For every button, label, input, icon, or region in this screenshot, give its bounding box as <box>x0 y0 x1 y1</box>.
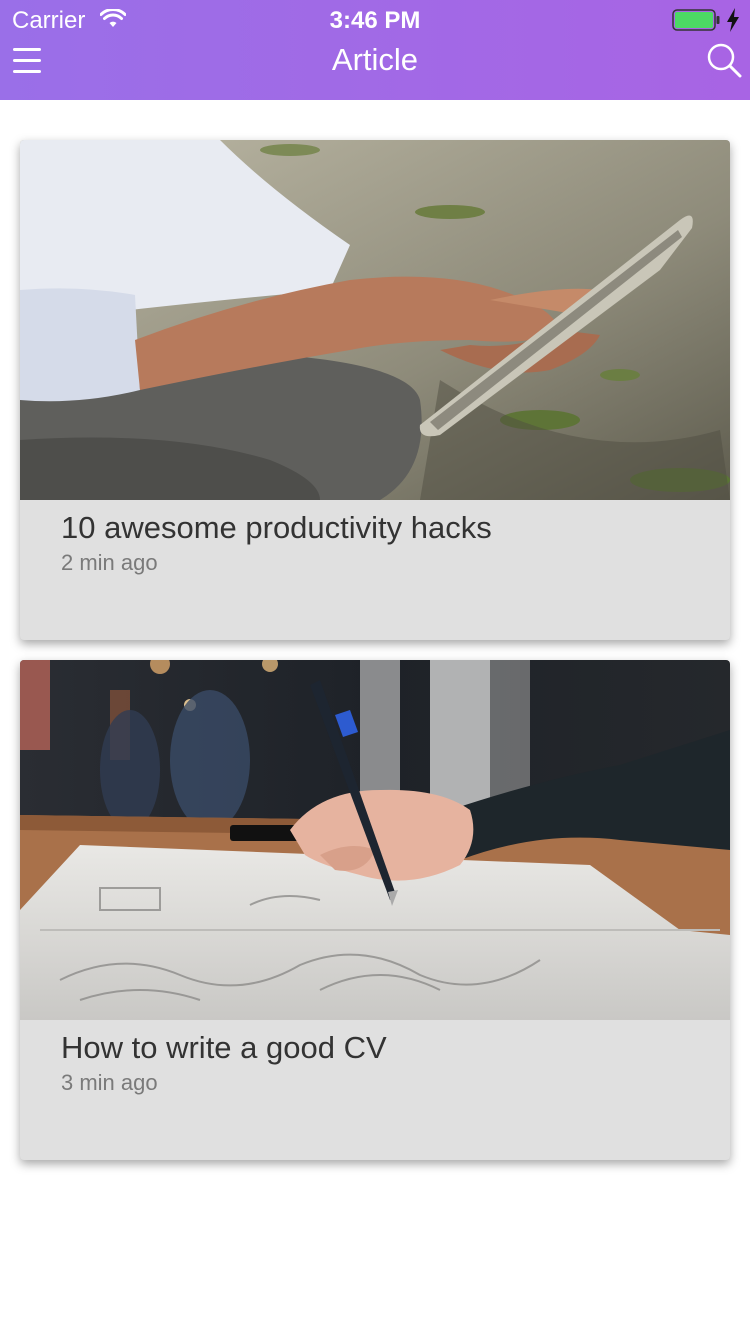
article-card[interactable]: 10 awesome productivity hacks 2 min ago <box>20 140 730 640</box>
status-bar: Carrier 3:46 PM <box>0 0 750 40</box>
page-title: Article <box>331 42 419 77</box>
article-title[interactable]: How to write a good CV <box>61 1030 387 1066</box>
search-icon[interactable] <box>706 42 742 78</box>
article-title[interactable]: 10 awesome productivity hacks <box>61 510 492 546</box>
status-time: 3:46 PM <box>329 7 421 34</box>
article-time: 3 min ago <box>61 1070 158 1095</box>
nav-bar: Article <box>0 40 750 100</box>
man-holding-tablet-photo <box>20 140 730 500</box>
charging-bolt-icon <box>727 8 739 32</box>
article-card[interactable]: How to write a good CV 3 min ago <box>20 660 730 1160</box>
app-header: Carrier 3:46 PM Article <box>0 0 750 100</box>
hand-writing-with-pen-photo <box>20 660 730 1020</box>
battery-icon <box>672 9 720 31</box>
article-time: 2 min ago <box>61 550 158 575</box>
